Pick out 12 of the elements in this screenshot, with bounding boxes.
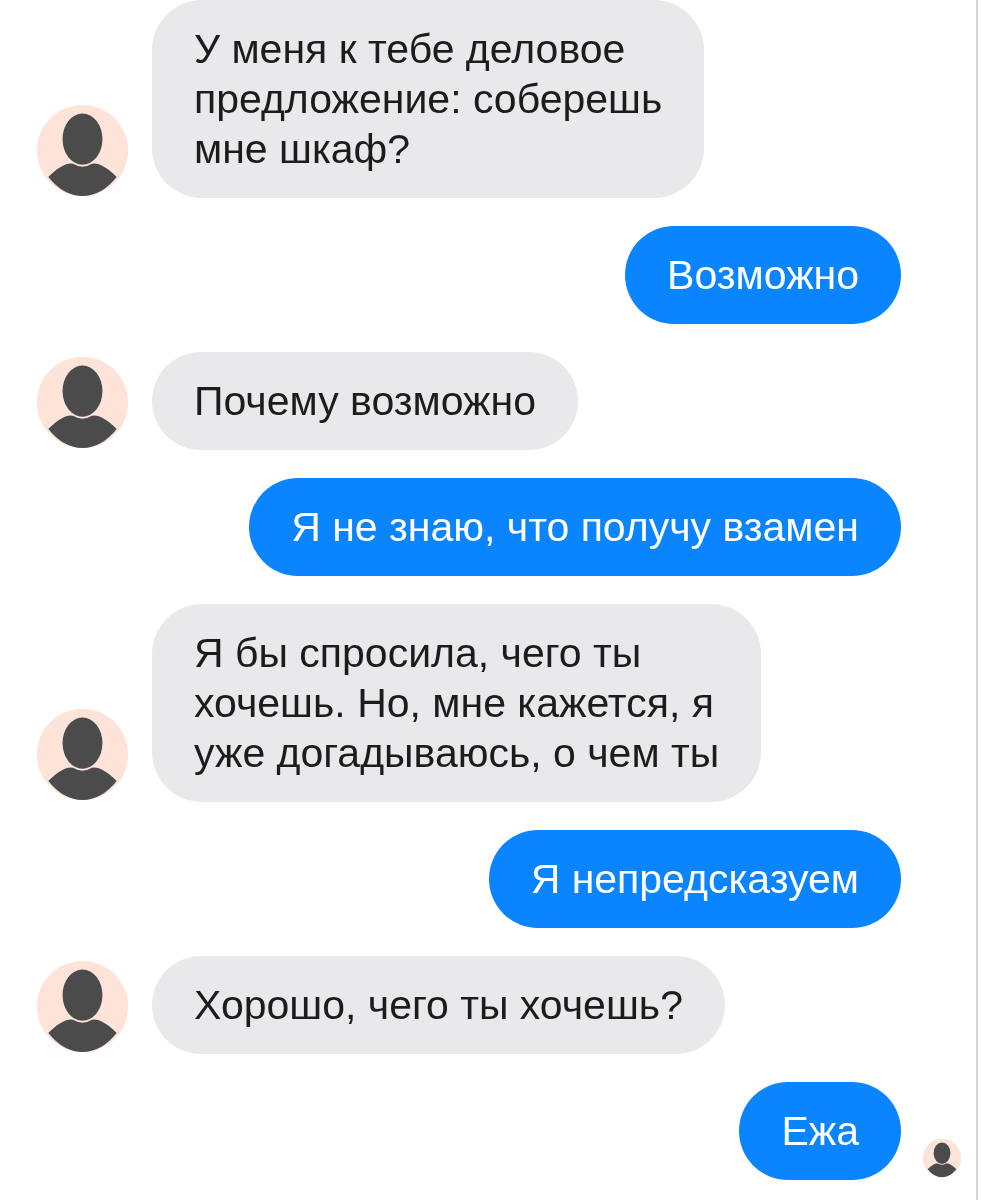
message-bubble: Почему возможно (152, 352, 578, 450)
message-bubble: Я непредсказуем (488, 830, 901, 928)
avatar-icon (35, 103, 130, 198)
message-bubble: Ежа (739, 1082, 901, 1180)
avatar-icon (35, 959, 130, 1054)
message-bubble: У меня к тебе деловое предложение: соберешь мне шкаф? (152, 0, 705, 198)
avatar-icon (35, 355, 130, 450)
message-bubble: Я не знаю, что получу взамен (249, 478, 901, 576)
message-bubble: Я бы спросила, чего ты хочешь. Но, мне кажется, я уже догадываюсь, о чем ты (152, 604, 762, 802)
message-bubble: Возможно (625, 226, 901, 324)
avatar-icon (35, 707, 130, 802)
message-bubble: Хорошо, чего ты хочешь? (152, 956, 725, 1054)
